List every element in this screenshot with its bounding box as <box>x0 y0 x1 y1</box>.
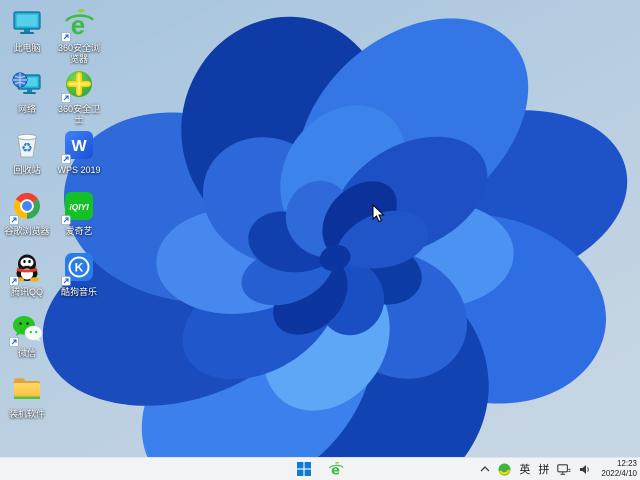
desktop-icon-label: 网络 <box>17 104 36 114</box>
svg-text:K: K <box>75 261 84 275</box>
desktop-icon-label: 装机软件 <box>8 409 45 419</box>
volume-icon <box>580 464 590 474</box>
desktop-icon-wechat[interactable]: 微信 <box>2 311 52 359</box>
taskbar-clock[interactable]: 12:23 2022/4/10 <box>601 459 637 479</box>
desktop-icon-tencent-qq[interactable]: 腾讯QQ <box>2 250 52 298</box>
desktop-icon-360-safety-guard[interactable]: 360安全卫士 <box>54 67 104 126</box>
360-safe-browser-icon: e <box>61 7 96 42</box>
desktop-icon-label: 爱奇艺 <box>65 226 93 236</box>
mouse-cursor <box>372 203 385 228</box>
desktop-icon-label: 微信 <box>17 348 36 358</box>
chrome-icon <box>9 190 44 225</box>
this-pc-icon <box>10 7 44 41</box>
iqiyi-icon: iQIYI <box>61 190 96 225</box>
ime-english-indicator[interactable]: 英 <box>519 461 530 477</box>
desktop-icon-label: 腾讯QQ <box>10 287 43 297</box>
360-safety-guard-icon <box>61 68 96 103</box>
desktop-icon-label: 谷歌浏览器 <box>4 226 50 236</box>
svg-text:W: W <box>71 138 87 155</box>
clock-time: 12:23 <box>616 459 637 468</box>
taskbar: e 英 拼 12:23 2022/4/10 <box>0 457 640 480</box>
system-tray: 英 拼 12:23 2022/4/10 <box>480 458 637 480</box>
taskbar-center-group: e <box>294 458 346 480</box>
desktop-icon-label: 360安全浏览器 <box>57 43 101 64</box>
windows-logo-icon <box>297 462 311 476</box>
taskbar-360-browser-button[interactable]: e <box>326 459 346 479</box>
tray-volume-button[interactable] <box>579 464 591 475</box>
desktop-icon-kugou-music[interactable]: K 酷狗音乐 <box>54 250 104 298</box>
chevron-up-icon <box>480 466 490 472</box>
wechat-icon <box>9 312 44 347</box>
svg-text:e: e <box>71 10 85 39</box>
desktop-icon-360-safe-browser[interactable]: e 360安全浏览器 <box>54 6 104 65</box>
desktop-icon-label: WPS 2019 <box>57 165 101 175</box>
desktop-icon-this-pc[interactable]: 此电脑 <box>2 6 52 54</box>
desktop-icon-label: 回收站 <box>13 165 41 175</box>
recycle-bin-icon: ♻ <box>10 129 44 163</box>
svg-text:iQIYI: iQIYI <box>69 202 89 212</box>
network-icon <box>10 68 44 102</box>
kugou-music-icon: K <box>61 251 96 286</box>
svg-text:♻: ♻ <box>21 140 33 155</box>
desktop-icon-label: 酷狗音乐 <box>60 287 97 297</box>
software-folder-icon <box>10 373 44 407</box>
tray-network-button[interactable] <box>557 463 571 475</box>
start-button[interactable] <box>294 459 314 479</box>
360-browser-green-e-icon: e <box>329 462 344 477</box>
desktop[interactable]: 此电脑 e 360安全浏览器网络 360安全卫士 ♻ 回收站 W WPS 2019 谷歌浏览器 i… <box>0 0 640 457</box>
clock-date: 2022/4/10 <box>601 469 637 478</box>
desktop-icon-label: 360安全卫士 <box>57 104 101 125</box>
tray-chevron-button[interactable] <box>480 466 490 472</box>
screen: 此电脑 e 360安全浏览器网络 360安全卫士 ♻ 回收站 W WPS 2019 谷歌浏览器 i… <box>0 0 640 480</box>
network-monitor-icon <box>557 463 571 475</box>
desktop-icon-label: 此电脑 <box>13 43 41 53</box>
tencent-qq-icon <box>9 251 44 286</box>
desktop-icon-software-folder[interactable]: 装机软件 <box>2 372 52 420</box>
wps-2019-icon: W <box>61 129 96 164</box>
desktop-icon-network[interactable]: 网络 <box>2 67 52 115</box>
ime-pinyin-indicator[interactable]: 拼 <box>538 461 549 477</box>
desktop-icon-iqiyi[interactable]: iQIYI 爱奇艺 <box>54 189 104 237</box>
desktop-icon-wps-2019[interactable]: W WPS 2019 <box>54 128 104 176</box>
tray-360-guard-button[interactable] <box>498 463 511 476</box>
desktop-icon-recycle-bin[interactable]: ♻ 回收站 <box>2 128 52 176</box>
desktop-icon-chrome[interactable]: 谷歌浏览器 <box>2 189 52 237</box>
360-tray-icon <box>498 463 511 475</box>
